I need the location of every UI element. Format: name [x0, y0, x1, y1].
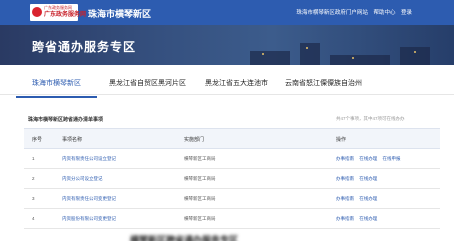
table-row: 4 内资股份有限公司变更登记 横琴新区工商局 办事指南 在线办理	[24, 209, 440, 229]
row-actions: 办事指南 在线办理	[336, 216, 381, 222]
item-dept: 横琴新区工商局	[184, 216, 216, 221]
city-skyline	[400, 47, 430, 65]
login-link[interactable]: 登录	[401, 10, 412, 16]
item-dept: 横琴新区工商局	[184, 196, 216, 201]
tab-nujiang[interactable]: 云南省怒江傈僳族自治州	[285, 78, 362, 88]
city-skyline	[300, 43, 320, 65]
city-light	[352, 57, 354, 59]
guide-link[interactable]: 办事指南	[336, 156, 354, 161]
tab-heihe[interactable]: 黑龙江省自贸区黑河片区	[109, 78, 186, 88]
banner: 跨省通办服务专区	[0, 25, 454, 65]
city-skyline	[330, 55, 390, 65]
row-actions: 办事指南 在线办理	[336, 176, 381, 182]
item-name-link[interactable]: 内资有限责任公司设立登记	[62, 156, 116, 162]
guide-link[interactable]: 办事指南	[336, 216, 354, 221]
region-tabs: 珠海市横琴新区 黑龙江省自贸区黑河片区 黑龙江省五大连池市 云南省怒江傈僳族自治…	[0, 70, 454, 98]
header-dept: 实施部门	[184, 137, 205, 143]
header-name: 事项名称	[62, 137, 83, 143]
table-header: 序号 事项名称 实施部门 操作	[24, 128, 440, 149]
tabs-divider	[0, 94, 454, 95]
banner-title: 跨省通办服务专区	[32, 40, 137, 54]
item-name-link[interactable]: 内资分公司设立登记	[62, 176, 103, 182]
item-name-link[interactable]: 内资有限责任公司变更登记	[62, 196, 116, 202]
item-dept: 横琴新区工商局	[184, 156, 216, 161]
gov-service-logo[interactable]: 广东政务服务网 广东政务服务网	[30, 4, 86, 21]
list-title: 珠海市横琴新区跨省通办清单事项	[28, 117, 104, 123]
item-dept: 横琴新区工商局	[184, 176, 216, 181]
row-number: 3	[32, 196, 35, 201]
online-apply-link[interactable]: 在线申报	[383, 156, 401, 161]
online-handle-link[interactable]: 在线办理	[359, 156, 377, 161]
item-name-link[interactable]: 内资股份有限公司变更登记	[62, 216, 116, 222]
row-number: 2	[32, 176, 35, 181]
city-light	[414, 51, 416, 53]
portal-link[interactable]: 珠海市横琴新区政府门户网站	[296, 10, 368, 16]
logo-line-2: 广东政务服务网	[44, 12, 87, 18]
image-caption: 横琴新区跨省通办服务专区	[130, 235, 239, 241]
guide-link[interactable]: 办事指南	[336, 176, 354, 181]
tab-wudalianchi[interactable]: 黑龙江省五大连池市	[205, 78, 268, 88]
online-handle-link[interactable]: 在线办理	[359, 216, 377, 221]
city-light	[306, 47, 308, 49]
table-row: 2 内资分公司设立登记 横琴新区工商局 办事指南 在线办理	[24, 169, 440, 189]
city-skyline	[250, 51, 290, 65]
online-handle-link[interactable]: 在线办理	[359, 196, 377, 201]
list-count: 共47个事项，其中47项可在线办办	[336, 116, 405, 121]
top-links: 珠海市横琴新区政府门户网站 帮助中心 登录	[292, 8, 412, 16]
city-light	[262, 53, 264, 55]
items-table: 序号 事项名称 实施部门 操作 1 内资有限责任公司设立登记 横琴新区工商局 办…	[24, 128, 440, 229]
online-handle-link[interactable]: 在线办理	[359, 176, 377, 181]
guide-link[interactable]: 办事指南	[336, 196, 354, 201]
region-name: 珠海市横琴新区	[88, 9, 152, 19]
header-ops: 操作	[336, 137, 347, 143]
row-actions: 办事指南 在线办理 在线申报	[336, 156, 405, 162]
row-number: 1	[32, 156, 35, 161]
row-actions: 办事指南 在线办理	[336, 196, 381, 202]
emblem-icon	[32, 7, 42, 17]
table-row: 3 内资有限责任公司变更登记 横琴新区工商局 办事指南 在线办理	[24, 189, 440, 209]
tab-hengqin[interactable]: 珠海市横琴新区	[16, 78, 97, 98]
help-center-link[interactable]: 帮助中心	[373, 10, 395, 16]
header-no: 序号	[32, 137, 43, 143]
row-number: 4	[32, 216, 35, 221]
top-bar: 广东政务服务网 广东政务服务网 珠海市横琴新区 珠海市横琴新区政府门户网站 帮助…	[0, 0, 454, 25]
table-row: 1 内资有限责任公司设立登记 横琴新区工商局 办事指南 在线办理 在线申报	[24, 149, 440, 169]
